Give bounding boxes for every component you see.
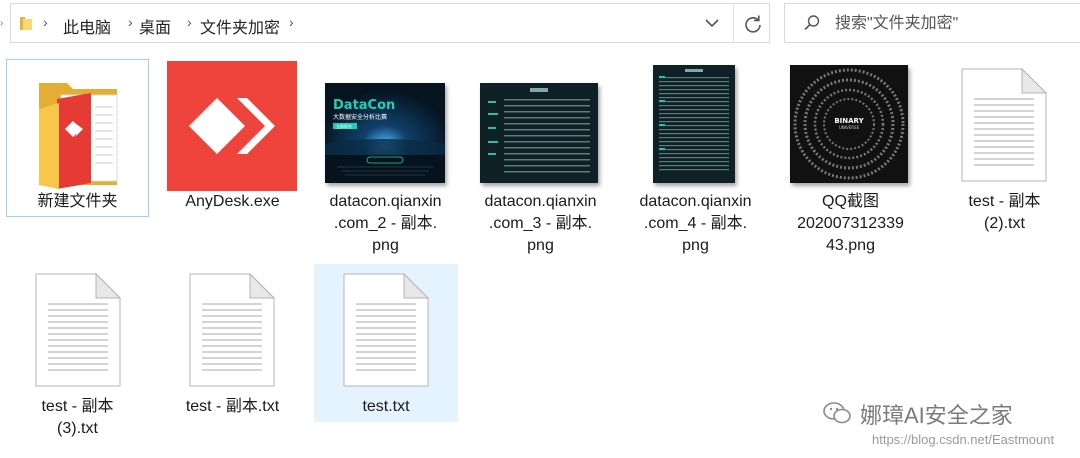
search-icon bbox=[804, 15, 820, 31]
folder-icon bbox=[20, 17, 32, 30]
chevron-right-icon[interactable]: › bbox=[43, 14, 48, 30]
breadcrumb-this-pc[interactable]: 此电脑 bbox=[63, 14, 111, 38]
breadcrumb-current-folder[interactable]: 文件夹加密 bbox=[200, 14, 280, 38]
file-name: test - 副本 (2).txt bbox=[968, 193, 1041, 232]
image-thumbnail bbox=[653, 65, 735, 183]
file-name: AnyDesk.exe bbox=[185, 193, 280, 210]
file-item-test-copy-2[interactable]: test - 副本 (2).txt bbox=[932, 59, 1077, 259]
text-file-icon bbox=[343, 272, 430, 387]
folder-icon bbox=[39, 83, 118, 189]
nav-back-stub[interactable]: › bbox=[0, 18, 6, 32]
file-name: datacon.qianxin .com_2 - 副本. png bbox=[329, 193, 442, 254]
image-thumbnail: DataCon 大数据安全分析比赛 立即报名 bbox=[325, 83, 445, 183]
file-item-datacon-4[interactable]: datacon.qianxin .com_4 - 副本. png bbox=[623, 59, 768, 259]
text-file-icon bbox=[189, 272, 276, 387]
file-item-qq-screenshot[interactable]: BINARY UNIVERSE QQ截图 202007312339 43.png bbox=[778, 59, 923, 259]
file-name: test - 副本 (3).txt bbox=[41, 398, 114, 437]
explorer-toolbar: › › 此电脑 › 桌面 › 文件夹加密 › bbox=[0, 0, 1080, 48]
file-name: test - 副本.txt bbox=[185, 398, 280, 415]
file-item-test[interactable]: test.txt bbox=[314, 264, 458, 422]
watermark-brand: 娜璋AI安全之家 bbox=[860, 403, 1013, 428]
watermark-url: https://blog.csdn.net/Eastmount bbox=[872, 432, 1055, 447]
image-thumbnail: BINARY UNIVERSE bbox=[790, 65, 908, 183]
chevron-right-icon[interactable]: › bbox=[187, 14, 192, 30]
text-file-icon bbox=[961, 67, 1048, 182]
file-name: datacon.qianxin .com_3 - 副本. png bbox=[484, 193, 597, 254]
svg-text:大数据安全分析比赛: 大数据安全分析比赛 bbox=[333, 113, 387, 121]
svg-text:UNIVERSE: UNIVERSE bbox=[839, 125, 860, 130]
chevron-right-icon[interactable]: › bbox=[128, 14, 133, 30]
file-name: test.txt bbox=[362, 398, 410, 415]
file-item-test-copy-3[interactable]: test - 副本 (3).txt bbox=[6, 264, 149, 444]
address-bar[interactable]: › 此电脑 › 桌面 › 文件夹加密 › bbox=[10, 3, 770, 43]
text-file-icon bbox=[35, 272, 122, 387]
file-name: datacon.qianxin .com_4 - 副本. png bbox=[639, 193, 752, 254]
svg-text:立即报名: 立即报名 bbox=[336, 123, 352, 129]
chevron-right-icon[interactable]: › bbox=[289, 14, 294, 30]
file-grid: 新建文件夹 AnyDesk.exe DataCon 大数据安全分析比赛 立即报名… bbox=[0, 48, 1080, 458]
file-item-datacon-2[interactable]: DataCon 大数据安全分析比赛 立即报名 datacon.qianxin .… bbox=[313, 59, 458, 259]
breadcrumb-desktop[interactable]: 桌面 bbox=[139, 14, 171, 38]
anydesk-icon bbox=[167, 61, 297, 191]
search-box[interactable] bbox=[784, 3, 1080, 43]
search-input[interactable] bbox=[833, 10, 1077, 38]
file-name: 新建文件夹 bbox=[37, 193, 118, 210]
file-name: QQ截图 202007312339 43.png bbox=[797, 193, 904, 254]
file-item-new-folder[interactable]: 新建文件夹 bbox=[6, 59, 149, 217]
file-item-datacon-3[interactable]: datacon.qianxin .com_3 - 副本. png bbox=[468, 59, 613, 259]
svg-text:DataCon: DataCon bbox=[333, 98, 395, 113]
file-item-test-copy[interactable]: test - 副本.txt bbox=[160, 264, 305, 444]
divider bbox=[733, 4, 734, 42]
refresh-icon[interactable] bbox=[741, 12, 765, 36]
image-thumbnail bbox=[480, 83, 598, 183]
chevron-down-icon[interactable] bbox=[701, 12, 723, 34]
file-item-anydesk[interactable]: AnyDesk.exe bbox=[160, 59, 305, 219]
svg-text:BINARY: BINARY bbox=[834, 117, 864, 125]
